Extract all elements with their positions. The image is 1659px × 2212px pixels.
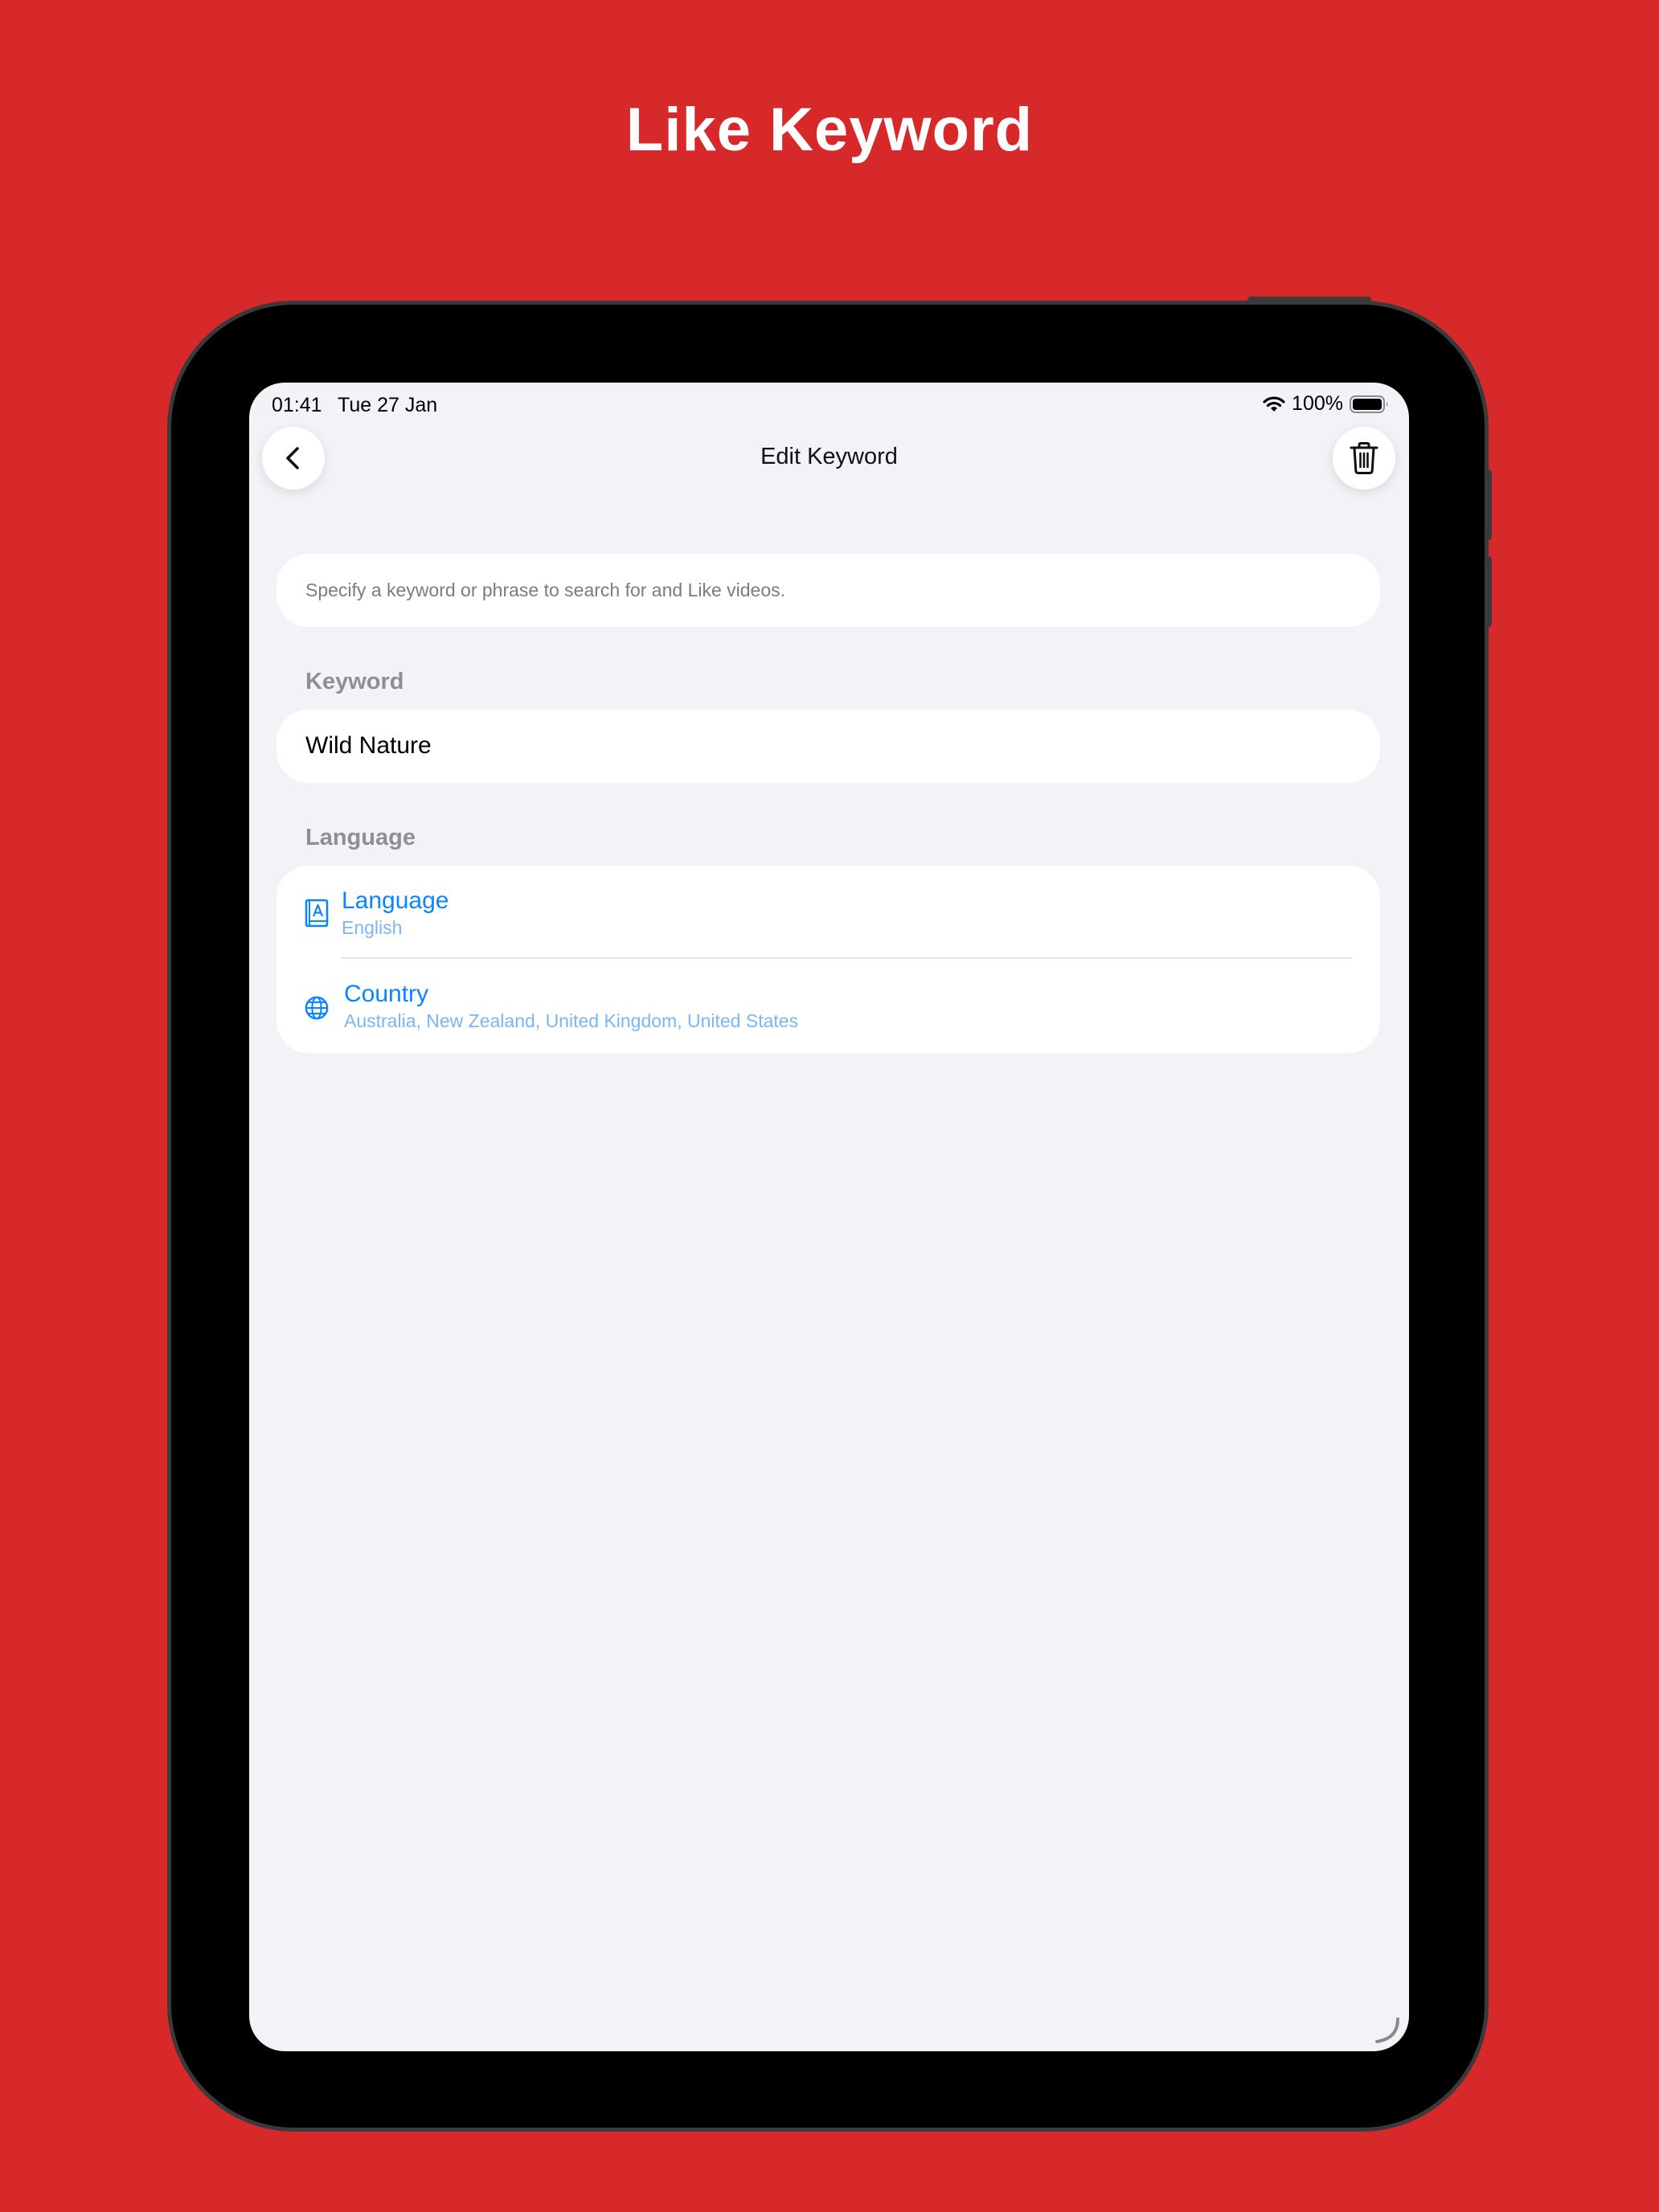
language-settings-card: Language English Country Australia, New … [276, 866, 1380, 1053]
keyword-value: Wild Nature [305, 732, 432, 759]
country-row-title: Country [344, 981, 429, 1007]
promo-headline: Like Keyword [625, 96, 1034, 164]
battery-icon [1350, 395, 1388, 413]
trash-icon [1350, 442, 1378, 474]
language-section-label: Language [305, 825, 416, 850]
hint-text: Specify a keyword or phrase to search fo… [305, 580, 786, 600]
keyword-input[interactable]: Wild Nature [276, 710, 1380, 783]
globe-icon [305, 996, 329, 1020]
country-row[interactable]: Country Australia, New Zealand, United K… [276, 959, 1380, 1053]
status-date: Tue 27 Jan [338, 394, 438, 416]
language-row-value: English [342, 917, 403, 938]
status-time: 01:41 [272, 394, 322, 416]
app-screen: 01:41 Tue 27 Jan 100% Edit Keyword Speci… [249, 383, 1409, 2051]
hint-card: Specify a keyword or phrase to search fo… [276, 554, 1380, 627]
language-row[interactable]: Language English [276, 866, 1380, 957]
status-indicators: 100% [1263, 392, 1390, 416]
resize-corner-icon [1375, 2017, 1399, 2043]
country-row-value: Australia, New Zealand, United Kingdom, … [344, 1010, 799, 1031]
status-bar: 01:41 Tue 27 Jan 100% [249, 383, 1409, 428]
keyword-section-label: Keyword [305, 669, 404, 694]
page-title: Edit Keyword [760, 444, 898, 469]
battery-percent: 100% [1292, 392, 1343, 415]
wifi-icon [1263, 395, 1285, 412]
delete-button[interactable] [1333, 427, 1395, 490]
language-row-title: Language [342, 887, 449, 914]
book-icon [305, 899, 329, 928]
